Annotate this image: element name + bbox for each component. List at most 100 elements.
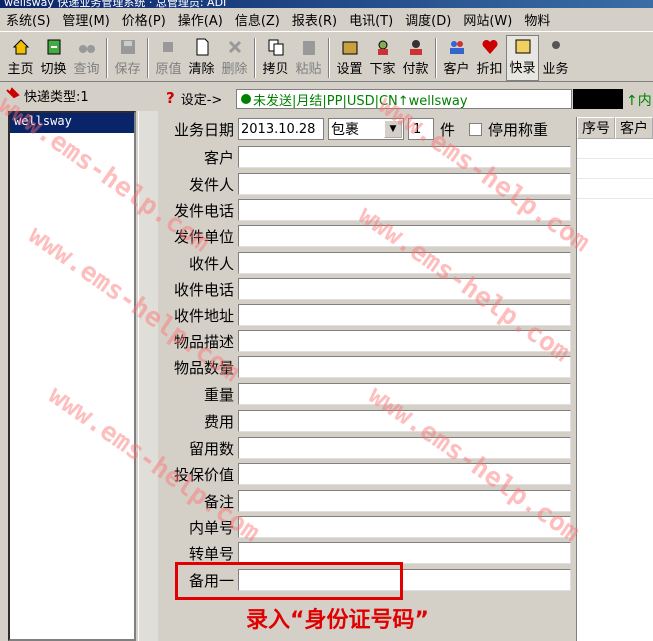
transfer-number-field[interactable] bbox=[238, 542, 571, 564]
save-label: 保存 bbox=[114, 62, 141, 77]
menu-system[interactable]: 系统(S) bbox=[0, 10, 56, 29]
settings-label: 设置 bbox=[336, 62, 363, 77]
menu-info[interactable]: 信息(Z) bbox=[229, 10, 286, 29]
piece-count-field[interactable]: 1 bbox=[408, 118, 434, 140]
delete-label: 删除 bbox=[221, 62, 248, 77]
receiver-address-field[interactable] bbox=[238, 304, 571, 326]
business-button[interactable]: 业务 bbox=[539, 35, 572, 81]
sender-field[interactable] bbox=[238, 173, 571, 195]
dark-display-box bbox=[573, 89, 623, 109]
scrollbar[interactable] bbox=[138, 111, 158, 641]
internal-number-field[interactable] bbox=[238, 516, 571, 538]
receiver-phone-label: 收件电话 bbox=[173, 280, 234, 299]
weight-row: 重量 bbox=[160, 381, 580, 407]
sender-phone-field[interactable] bbox=[238, 199, 571, 221]
retained-count-label: 留用数 bbox=[188, 439, 234, 458]
column-serial[interactable]: 序号 bbox=[577, 117, 615, 139]
weight-label: 重量 bbox=[203, 385, 234, 404]
receiver-address-label: 收件地址 bbox=[173, 306, 234, 325]
item-description-field[interactable] bbox=[238, 330, 571, 352]
switch-button[interactable]: 切换 bbox=[37, 35, 70, 81]
menu-report[interactable]: 报表(R) bbox=[286, 10, 343, 29]
weight-field[interactable] bbox=[238, 383, 571, 405]
discount-button[interactable]: 折扣 bbox=[473, 35, 506, 81]
business-date-field[interactable]: 2013.10.28 bbox=[238, 118, 324, 140]
retained-count-field[interactable] bbox=[238, 437, 571, 459]
list-item[interactable]: wellsway bbox=[10, 113, 134, 133]
receiver-field[interactable] bbox=[238, 252, 571, 274]
payment-button[interactable]: 付款 bbox=[399, 35, 432, 81]
menu-telecom[interactable]: 电讯(T) bbox=[343, 10, 399, 29]
question-icon: ? bbox=[166, 89, 175, 107]
insured-value-field[interactable] bbox=[238, 463, 571, 485]
item-quantity-field[interactable] bbox=[238, 356, 571, 378]
package-type-value: 包裹 bbox=[331, 122, 359, 138]
home-label: 主页 bbox=[7, 62, 34, 77]
disable-weighing-label: 停用称重 bbox=[488, 120, 549, 139]
express-type-label: 快递类型:1 bbox=[24, 89, 89, 105]
internal-number-row: 内单号 bbox=[160, 514, 580, 540]
paste-button[interactable]: 粘贴 bbox=[292, 35, 325, 81]
sender-label: 发件人 bbox=[188, 175, 234, 194]
table-row[interactable] bbox=[577, 139, 653, 159]
undo-icon bbox=[162, 42, 173, 52]
retained-count-row: 留用数 bbox=[160, 435, 580, 461]
records-table[interactable]: 序号 客户 bbox=[576, 117, 653, 641]
menu-price[interactable]: 价格(P) bbox=[116, 10, 172, 29]
receiver-phone-field[interactable] bbox=[238, 278, 571, 300]
customer-label: 客户 bbox=[203, 148, 234, 167]
home-button[interactable]: 主页 bbox=[4, 35, 37, 81]
column-customer[interactable]: 客户 bbox=[615, 117, 653, 139]
toolbar: 主页 切换 查询 保存 原值 清除 删除 拷贝 粘贴 设置 下家 付款 客户 折… bbox=[0, 32, 653, 82]
menu-dispatch[interactable]: 调度(D) bbox=[399, 10, 457, 29]
save-button[interactable]: 保存 bbox=[111, 35, 144, 81]
customer-field[interactable] bbox=[238, 146, 571, 168]
menu-website[interactable]: 网站(W) bbox=[457, 10, 518, 29]
table-row[interactable] bbox=[577, 159, 653, 179]
insured-value-label: 投保价值 bbox=[173, 465, 234, 484]
inner-label: ↑内 bbox=[626, 93, 652, 109]
settings-button[interactable]: 设置 bbox=[333, 35, 366, 81]
toolbar-separator bbox=[254, 38, 256, 78]
original-value-button[interactable]: 原值 bbox=[152, 35, 185, 81]
downstream-button[interactable]: 下家 bbox=[366, 35, 399, 81]
fee-field[interactable] bbox=[238, 410, 571, 432]
internal-number-label: 内单号 bbox=[188, 518, 234, 537]
package-type-select[interactable]: 包裹 ▼ bbox=[328, 118, 404, 140]
title-bar: wellsway 快递业务管理系统 · 总管理员: ADI bbox=[0, 0, 653, 8]
settings-icon bbox=[342, 41, 357, 55]
menu-manage[interactable]: 管理(M) bbox=[56, 10, 115, 29]
express-type-list[interactable]: wellsway bbox=[8, 111, 136, 641]
remarks-field[interactable] bbox=[238, 490, 571, 512]
menu-operation[interactable]: 操作(A) bbox=[172, 10, 229, 29]
copy-button[interactable]: 拷贝 bbox=[259, 35, 292, 81]
item-quantity-label: 物品数量 bbox=[173, 358, 234, 377]
table-header: 序号 客户 bbox=[577, 117, 653, 139]
sender-company-field[interactable] bbox=[238, 225, 571, 247]
blank-page-icon bbox=[196, 38, 208, 56]
toolbar-separator bbox=[328, 38, 330, 78]
express-type-panel: 快递类型:1 wellsway bbox=[0, 83, 160, 641]
receiver-row: 收件人 bbox=[160, 250, 580, 276]
switch-label: 切换 bbox=[40, 62, 67, 77]
customers-icon bbox=[449, 41, 464, 54]
customer-button[interactable]: 客户 bbox=[440, 35, 473, 81]
query-button[interactable]: 查询 bbox=[70, 35, 103, 81]
highlight-box bbox=[175, 562, 403, 600]
menu-material[interactable]: 物料 bbox=[518, 10, 556, 29]
fee-label: 费用 bbox=[203, 412, 234, 431]
clear-button[interactable]: 清除 bbox=[185, 35, 218, 81]
toolbar-separator bbox=[147, 38, 149, 78]
quick-entry-button[interactable]: 快录 bbox=[506, 35, 539, 81]
disable-weighing-checkbox[interactable] bbox=[469, 122, 483, 136]
table-row[interactable] bbox=[577, 179, 653, 199]
chevron-down-icon[interactable]: ▼ bbox=[384, 120, 402, 138]
settings-label[interactable]: 设定-> bbox=[181, 89, 223, 108]
item-quantity-row: 物品数量 bbox=[160, 354, 580, 380]
sender-row: 发件人 bbox=[160, 171, 580, 197]
copy-label: 拷贝 bbox=[262, 62, 289, 77]
delete-button[interactable]: 删除 bbox=[218, 35, 251, 81]
customer-row: 客户 bbox=[160, 144, 580, 170]
quick-entry-label: 快录 bbox=[509, 61, 536, 76]
broken-heart-icon bbox=[481, 39, 498, 54]
